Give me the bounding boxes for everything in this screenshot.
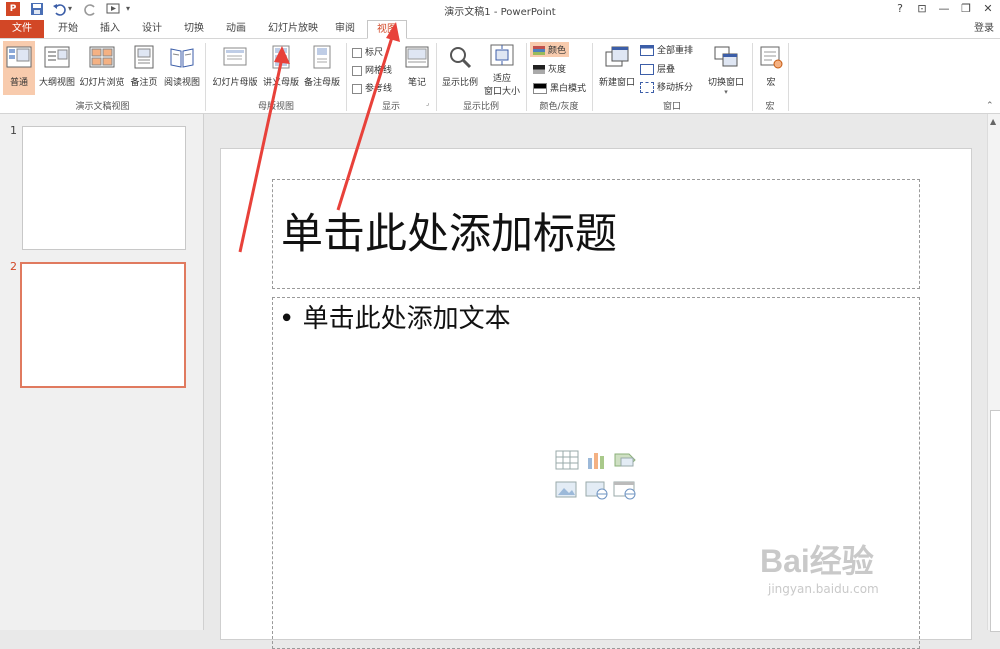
watermark-brand: Bai经验 (760, 543, 874, 579)
baidu-watermark: Bai经验 jingyan.baidu.com (760, 520, 960, 620)
arrow-head-icon (386, 22, 400, 42)
arrow-head-icon (274, 46, 290, 64)
watermark-url: jingyan.baidu.com (768, 582, 879, 596)
